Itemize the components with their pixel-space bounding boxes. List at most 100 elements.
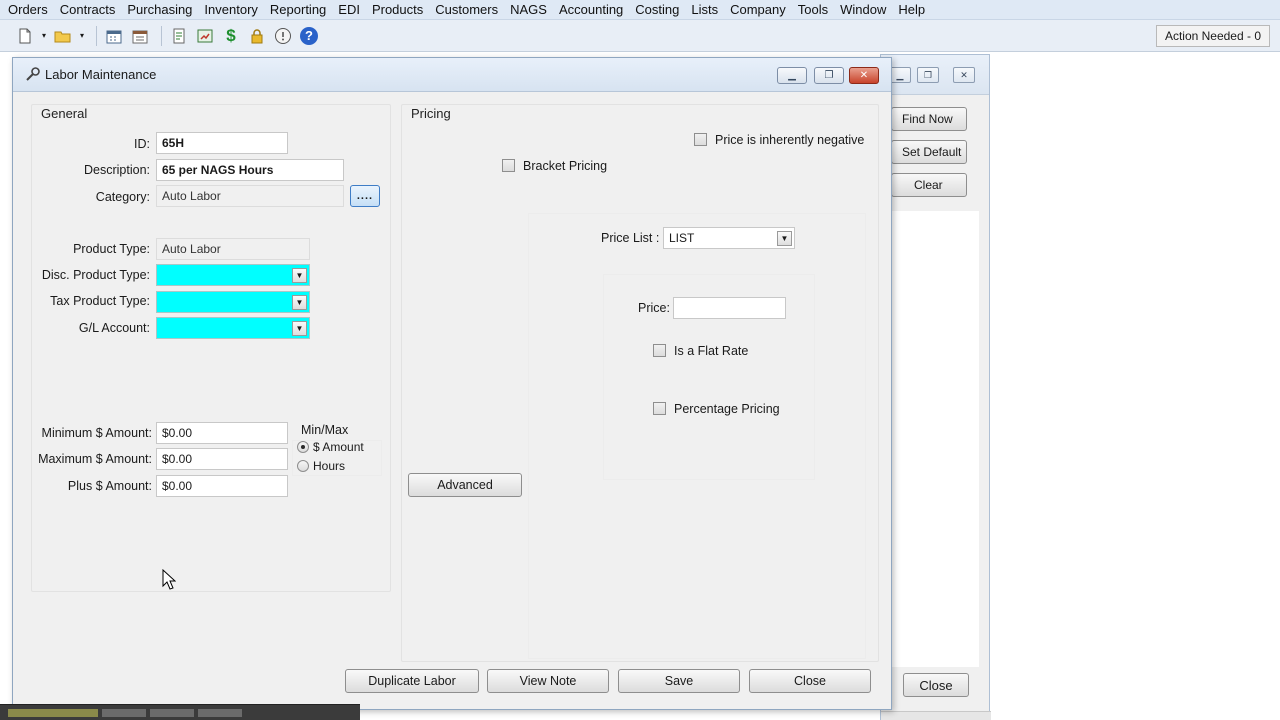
minmax-hours-radio[interactable]	[297, 460, 309, 472]
flat-rate-checkbox[interactable]	[653, 344, 666, 357]
menu-item-accounting[interactable]: Accounting	[559, 2, 623, 17]
minimize-icon[interactable]: ▁	[777, 67, 807, 84]
close-button[interactable]: Close	[749, 669, 871, 693]
menu-item-company[interactable]: Company	[730, 2, 786, 17]
price-list-value: LIST	[669, 231, 695, 245]
category-browse-button[interactable]: ....	[350, 185, 380, 207]
calendar-icon[interactable]	[103, 25, 125, 47]
dialog-titlebar: Labor Maintenance ▁ ❐ ✕	[13, 58, 891, 92]
chevron-down-icon[interactable]: ▼	[292, 295, 307, 310]
maximize-icon[interactable]: ❐	[814, 67, 844, 84]
percentage-pricing-checkbox[interactable]	[653, 402, 666, 415]
menu-item-inventory[interactable]: Inventory	[204, 2, 257, 17]
disc-product-type-dropdown[interactable]: ▼	[156, 264, 310, 286]
labor-maintenance-dialog: Labor Maintenance ▁ ❐ ✕ General ID: 65H …	[12, 57, 892, 710]
price-list-label: Price List :	[601, 231, 660, 245]
restore-icon[interactable]: ❐	[917, 67, 939, 83]
chevron-down-icon[interactable]: ▾	[40, 25, 48, 47]
maximum-amount-field[interactable]: $0.00	[156, 448, 288, 470]
view-note-button[interactable]: View Note	[487, 669, 609, 693]
menu-item-edi[interactable]: EDI	[338, 2, 360, 17]
toolbar: ▾ ▾ $ ?	[0, 20, 1280, 52]
gl-account-dropdown[interactable]: ▼	[156, 317, 310, 339]
percentage-pricing-label[interactable]: Percentage Pricing	[674, 402, 780, 416]
general-group-title: General	[41, 106, 88, 121]
price-label: Price:	[638, 301, 670, 315]
menu-item-reporting[interactable]: Reporting	[270, 2, 326, 17]
clear-button[interactable]: Clear	[891, 173, 967, 197]
duplicate-labor-button[interactable]: Duplicate Labor	[345, 669, 479, 693]
disc-product-type-label: Disc. Product Type:	[41, 268, 150, 282]
help-icon[interactable]: ?	[298, 25, 320, 47]
menu-item-window[interactable]: Window	[840, 2, 886, 17]
menu-item-customers[interactable]: Customers	[435, 2, 498, 17]
plus-amount-label: Plus $ Amount:	[67, 479, 152, 493]
status-bar	[881, 711, 991, 720]
minimize-icon[interactable]: ▁	[889, 67, 911, 83]
bracket-pricing-checkbox[interactable]	[502, 159, 515, 172]
menu-item-purchasing[interactable]: Purchasing	[127, 2, 192, 17]
minmax-group-title: Min/Max	[301, 423, 349, 437]
maximum-amount-label: Maximum $ Amount:	[38, 452, 152, 466]
inherently-negative-checkbox[interactable]	[694, 133, 707, 146]
category-label: Category:	[95, 190, 150, 204]
menu-item-costing[interactable]: Costing	[635, 2, 679, 17]
tax-product-type-dropdown[interactable]: ▼	[156, 291, 310, 313]
menu-item-orders[interactable]: Orders	[8, 2, 48, 17]
menu-item-lists[interactable]: Lists	[691, 2, 718, 17]
dialog-title: Labor Maintenance	[45, 67, 157, 82]
minimum-amount-label: Minimum $ Amount:	[41, 426, 152, 440]
wrench-icon	[26, 67, 40, 81]
minmax-amount-label[interactable]: $ Amount	[313, 440, 364, 454]
flat-rate-label[interactable]: Is a Flat Rate	[674, 344, 748, 358]
find-now-button[interactable]: Find Now	[891, 107, 967, 131]
info-icon[interactable]	[272, 25, 294, 47]
price-field[interactable]	[673, 297, 786, 319]
export-icon[interactable]	[194, 25, 216, 47]
menu-bar: Orders Contracts Purchasing Inventory Report…	[0, 0, 1280, 20]
price-list-dropdown[interactable]: LIST ▼	[663, 227, 795, 249]
pricing-group: Pricing Price is inherently negative Bra…	[401, 104, 879, 662]
plus-amount-field[interactable]: $0.00	[156, 475, 288, 497]
minmax-amount-radio[interactable]	[297, 441, 309, 453]
minimum-amount-field[interactable]: $0.00	[156, 422, 288, 444]
close-icon[interactable]: ✕	[953, 67, 975, 83]
id-field[interactable]: 65H	[156, 132, 288, 154]
inherently-negative-label[interactable]: Price is inherently negative	[715, 133, 864, 147]
schedule-icon[interactable]	[129, 25, 151, 47]
chevron-down-icon[interactable]: ▼	[292, 321, 307, 336]
new-document-icon[interactable]	[14, 25, 36, 47]
dollar-icon[interactable]: $	[220, 25, 242, 47]
action-needed-button[interactable]: Action Needed - 0	[1155, 25, 1270, 47]
mouse-cursor-icon	[162, 569, 176, 590]
gl-account-label: G/L Account:	[78, 321, 150, 335]
description-label: Description:	[84, 163, 150, 177]
menu-item-products[interactable]: Products	[372, 2, 423, 17]
pricing-group-title: Pricing	[411, 106, 451, 121]
menu-item-help[interactable]: Help	[898, 2, 925, 17]
set-default-button[interactable]: Set Default	[891, 140, 967, 164]
menu-item-tools[interactable]: Tools	[798, 2, 828, 17]
menu-item-contracts[interactable]: Contracts	[60, 2, 116, 17]
report-icon[interactable]	[168, 25, 190, 47]
minmax-hours-label[interactable]: Hours	[313, 459, 345, 473]
save-button[interactable]: Save	[618, 669, 740, 693]
lock-icon[interactable]	[246, 25, 268, 47]
advanced-button[interactable]: Advanced	[408, 473, 522, 497]
task-strip	[0, 704, 360, 720]
open-folder-icon[interactable]	[52, 25, 74, 47]
price-list-panel: Price List : LIST ▼ Price: Is a Flat Rat…	[528, 213, 866, 659]
background-search-window: ▁ ❐ ✕ Find Now Set Default Clear Close	[880, 54, 991, 720]
chevron-down-icon[interactable]: ▼	[777, 231, 792, 246]
results-list[interactable]	[889, 211, 979, 667]
background-close-button[interactable]: Close	[903, 673, 969, 697]
background-window-titlebar: ▁ ❐ ✕	[881, 55, 989, 95]
chevron-down-icon[interactable]: ▾	[78, 25, 86, 47]
description-field[interactable]: 65 per NAGS Hours	[156, 159, 344, 181]
chevron-down-icon[interactable]: ▼	[292, 268, 307, 283]
bracket-pricing-label[interactable]: Bracket Pricing	[523, 159, 607, 173]
menu-item-nags[interactable]: NAGS	[510, 2, 547, 17]
category-field: Auto Labor	[156, 185, 344, 207]
close-icon[interactable]: ✕	[849, 67, 879, 84]
id-label: ID:	[134, 137, 150, 151]
